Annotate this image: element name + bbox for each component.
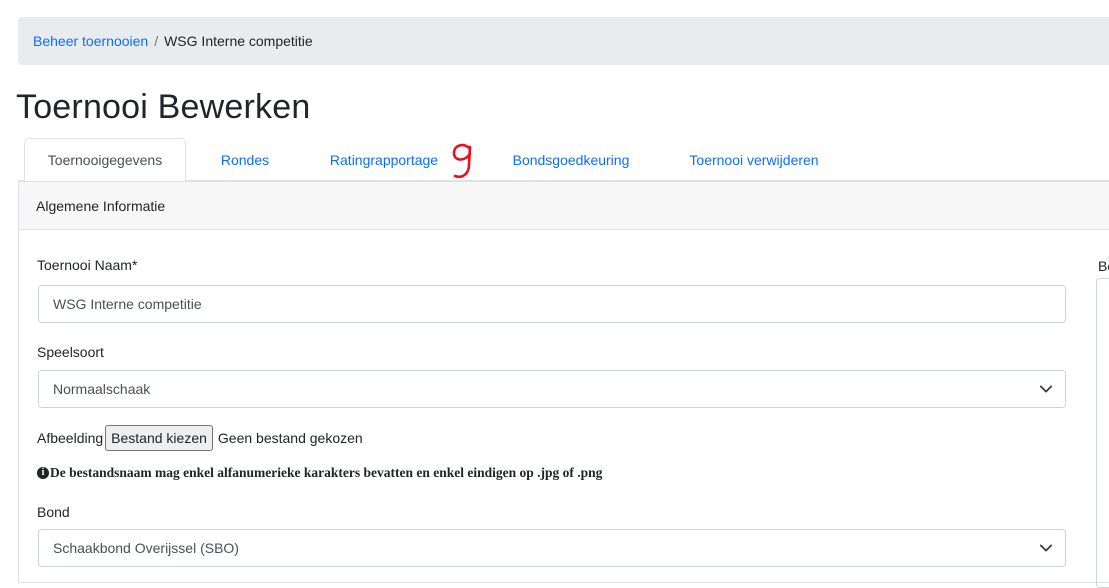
speelsoort-label: Speelsoort	[37, 344, 104, 360]
info-circle-icon: i	[37, 467, 49, 479]
bond-label: Bond	[37, 504, 70, 520]
file-note-text: De bestandsnaam mag enkel alfanumerieke …	[50, 465, 603, 480]
breadcrumb: Beheer toernooien / WSG Interne competit…	[18, 17, 1109, 65]
tournament-name-value: WSG Interne competitie	[53, 296, 202, 312]
breadcrumb-separator: /	[154, 33, 159, 49]
tab-bar: Toernooigegevens Rondes Ratingrapportage…	[18, 138, 1109, 182]
chevron-down-icon	[1039, 544, 1053, 552]
bond-select[interactable]: Schaakbond Overijssel (SBO)	[38, 529, 1066, 567]
image-upload-row: Afbeelding Bestand kiezen Geen bestand g…	[37, 424, 363, 452]
general-info-card: Algemene Informatie Toernooi Naam* WSG I…	[18, 181, 1109, 588]
chevron-down-icon	[1039, 385, 1053, 393]
tab-ratingrapportage[interactable]: Ratingrapportage	[316, 138, 452, 181]
right-column-textarea[interactable]	[1096, 278, 1109, 588]
right-column-label: Be	[1098, 258, 1109, 274]
handwritten-nine-annotation	[452, 143, 472, 179]
tournament-name-label: Toernooi Naam*	[37, 257, 138, 273]
card-header: Algemene Informatie	[19, 182, 1109, 230]
tab-toernooi-verwijderen[interactable]: Toernooi verwijderen	[670, 138, 838, 181]
speelsoort-value: Normaalschaak	[53, 381, 151, 397]
tab-rondes[interactable]: Rondes	[204, 138, 286, 181]
tab-bondsgoedkeuring[interactable]: Bondsgoedkeuring	[495, 138, 647, 181]
file-status: Geen bestand gekozen	[217, 430, 363, 446]
bond-value: Schaakbond Overijssel (SBO)	[53, 540, 239, 556]
image-label: Afbeelding	[37, 430, 104, 446]
file-name-note: i De bestandsnaam mag enkel alfanumeriek…	[37, 465, 602, 481]
breadcrumb-current: WSG Interne competitie	[164, 33, 313, 49]
tab-toernooigegevens[interactable]: Toernooigegevens	[24, 138, 186, 182]
page-title: Toernooi Bewerken	[16, 88, 311, 126]
breadcrumb-link-beheer-toernooien[interactable]: Beheer toernooien	[33, 33, 148, 49]
speelsoort-select[interactable]: Normaalschaak	[38, 370, 1066, 408]
choose-file-button[interactable]: Bestand kiezen	[105, 425, 213, 451]
tournament-name-input[interactable]: WSG Interne competitie	[38, 285, 1066, 323]
